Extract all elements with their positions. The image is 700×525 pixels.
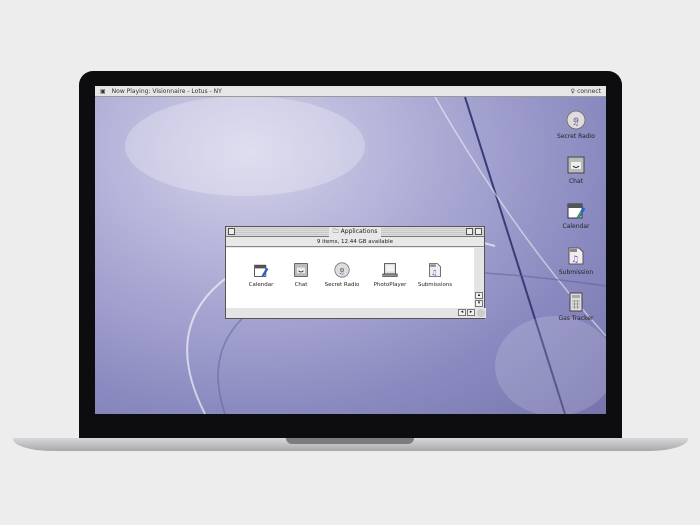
calculator-icon bbox=[569, 292, 583, 312]
svg-text:♫: ♫ bbox=[572, 118, 579, 127]
now-playing-text: Now Playing: Visionnaire - Lotus - NY bbox=[111, 87, 222, 95]
close-box[interactable] bbox=[228, 228, 235, 235]
app-secret-radio[interactable]: ♫ Secret Radio bbox=[317, 262, 367, 288]
collapse-box[interactable] bbox=[475, 228, 482, 235]
desktop-icon-calendar[interactable]: Calendar bbox=[546, 200, 606, 230]
svg-text:♫: ♫ bbox=[571, 255, 579, 265]
chat-face-icon bbox=[567, 156, 585, 174]
window-title-bar[interactable]: 🗀 Applications bbox=[226, 226, 484, 237]
finder-icon[interactable]: ▣ bbox=[100, 88, 106, 95]
connect-button[interactable]: ♀ connect bbox=[571, 88, 601, 95]
laptop-notch bbox=[286, 438, 414, 444]
scroll-up-button[interactable]: ▴ bbox=[475, 292, 483, 299]
zoom-box[interactable] bbox=[466, 228, 473, 235]
scroll-right-button[interactable]: ▸ bbox=[467, 309, 475, 316]
scroll-left-button[interactable]: ◂ bbox=[458, 309, 466, 316]
vertical-scrollbar[interactable]: ▴ ▾ bbox=[474, 248, 484, 309]
svg-text:♫: ♫ bbox=[431, 268, 437, 277]
desktop-icon-chat[interactable]: Chat bbox=[546, 155, 606, 185]
desktop: ▣ Now Playing: Visionnaire - Lotus - NY ♀… bbox=[95, 86, 606, 414]
chat-face-icon bbox=[294, 263, 308, 277]
scroll-down-button[interactable]: ▾ bbox=[475, 300, 483, 307]
app-photoplayer[interactable]: PhotoPlayer bbox=[365, 262, 415, 288]
desktop-icon-secret-radio[interactable]: ♫ Secret Radio bbox=[546, 110, 606, 140]
menu-bar: ▣ Now Playing: Visionnaire - Lotus - NY ♀… bbox=[95, 86, 606, 97]
window-info: 9 items, 12.44 GB available bbox=[226, 237, 484, 247]
window-title: Applications bbox=[340, 228, 378, 235]
cd-music-icon: ♫ bbox=[334, 262, 350, 278]
photo-player-icon bbox=[382, 263, 398, 277]
person-icon: ♀ bbox=[570, 87, 576, 95]
desktop-icon-gas-tracker[interactable]: Gas Tracker bbox=[546, 292, 606, 322]
applications-window: 🗀 Applications 9 items, 12.44 GB availabl… bbox=[225, 226, 486, 319]
folder-icon: 🗀 bbox=[332, 227, 339, 235]
music-document-icon: ♫ bbox=[568, 247, 584, 265]
app-submissions[interactable]: ♫ Submissions bbox=[410, 262, 460, 288]
horizontal-scrollbar[interactable]: ◂ ▸ bbox=[226, 308, 486, 318]
calendar-icon bbox=[254, 264, 269, 278]
desktop-icon-submission[interactable]: ♫ Submission bbox=[546, 246, 606, 276]
svg-text:♫: ♫ bbox=[339, 268, 345, 276]
resize-grip[interactable] bbox=[477, 309, 485, 317]
calendar-icon bbox=[567, 203, 586, 219]
window-content: Calendar Chat ♫ Secret Radio PhotoPlayer… bbox=[226, 248, 475, 309]
music-document-icon: ♫ bbox=[429, 263, 441, 277]
cd-music-icon: ♫ bbox=[566, 110, 586, 130]
